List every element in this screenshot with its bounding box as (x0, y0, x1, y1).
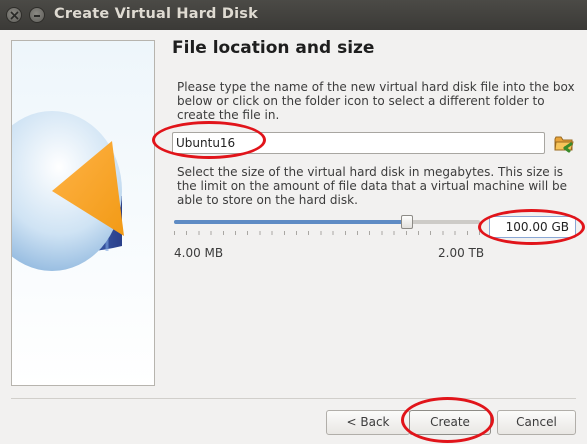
create-button[interactable]: Create (409, 410, 491, 435)
location-description: Please type the name of the new virtual … (177, 80, 575, 122)
slider-handle[interactable] (401, 215, 413, 229)
slider-fill (174, 220, 407, 224)
size-description: Select the size of the virtual hard disk… (177, 165, 567, 207)
file-name-input[interactable]: Ubuntu16 (172, 132, 545, 154)
minimize-icon[interactable] (29, 7, 45, 23)
cancel-button[interactable]: Cancel (497, 410, 576, 435)
choose-folder-button[interactable] (553, 132, 575, 154)
window-title: Create Virtual Hard Disk (54, 6, 258, 22)
size-max-label: 2.00 TB (438, 246, 485, 260)
separator (11, 398, 576, 399)
size-input[interactable]: 100.00 GB (489, 216, 576, 238)
folder-icon (554, 136, 574, 153)
close-icon[interactable] (6, 7, 22, 23)
size-min-label: 4.00 MB (174, 246, 224, 260)
slider-ticks (174, 231, 480, 235)
size-slider[interactable] (174, 215, 480, 235)
page-heading: File location and size (172, 38, 375, 58)
wizard-side-illustration (11, 40, 155, 386)
title-bar: Create Virtual Hard Disk (0, 0, 587, 30)
back-button[interactable]: < Back (326, 410, 410, 435)
hard-disk-illustration (12, 41, 154, 385)
